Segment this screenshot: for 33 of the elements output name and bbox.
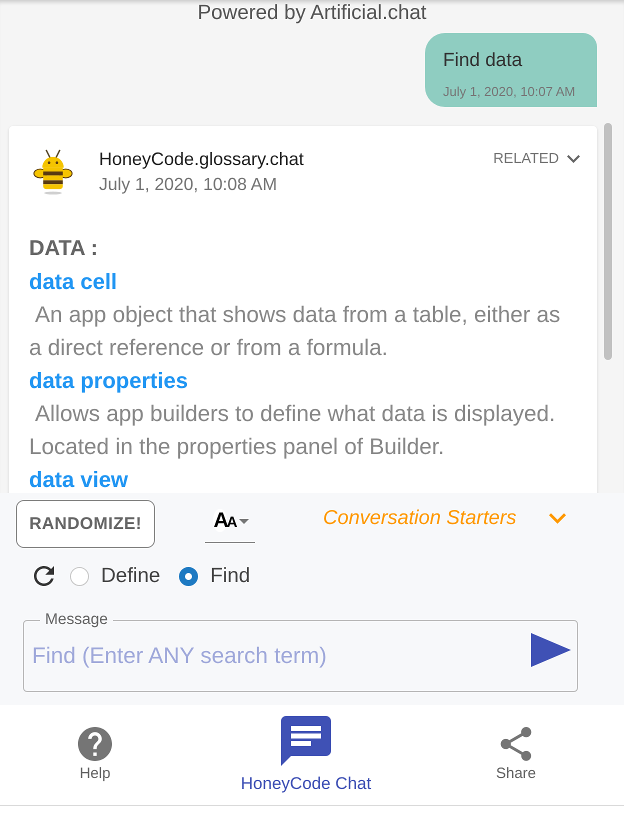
radio-label: Find <box>210 564 250 588</box>
nav-tab[interactable]: HoneyCode Chat <box>240 705 372 794</box>
glossary-term-link[interactable]: data view <box>29 468 128 492</box>
message-time: July 1, 2020, 10:08 AM <box>99 174 278 194</box>
scrollbar-thumb[interactable] <box>604 123 612 360</box>
font-size-button[interactable]: AA <box>205 506 255 542</box>
message-input[interactable]: Find (Enter ANY search term) <box>32 636 531 676</box>
send-icon[interactable] <box>531 633 571 667</box>
nav-tab[interactable]: Help <box>78 705 112 782</box>
share-icon <box>499 727 533 761</box>
sender-name: HoneyCode.glossary.chat <box>99 149 304 169</box>
radio-button[interactable] <box>179 566 198 586</box>
help-icon <box>78 727 112 761</box>
powered-by-text: Powered by Artificial.chat <box>197 0 427 26</box>
radio-button[interactable] <box>70 566 89 586</box>
bee-icon <box>33 148 73 195</box>
refresh-icon[interactable] <box>34 566 54 586</box>
glossary-term-link[interactable]: data cell <box>29 270 118 294</box>
message-field[interactable]: Message Find (Enter ANY search term) <box>23 612 578 692</box>
chat-icon <box>280 716 331 766</box>
field-label: Message <box>44 612 109 628</box>
chevron-down-icon <box>567 155 580 163</box>
related-dropdown[interactable]: RELATED <box>493 149 580 169</box>
glossary-definition: An app object that shows data from a table, either as a direct reference or from a formula. <box>29 301 562 362</box>
caret-icon <box>238 519 248 524</box>
randomize-button[interactable]: RANDOMIZE! <box>16 500 155 548</box>
glossary-heading: DATA : <box>29 235 98 262</box>
message-time: July 1, 2020, 10:07 AM <box>443 84 576 100</box>
radio-label: Define <box>101 564 160 588</box>
message-text: Find data <box>443 50 522 72</box>
glossary-definition: Allows app builders to define what data is displayed. Located in the properties panel of Builder. <box>29 400 556 461</box>
glossary-term-link[interactable]: data properties <box>29 368 188 392</box>
nav-tab[interactable]: Share <box>496 705 536 782</box>
